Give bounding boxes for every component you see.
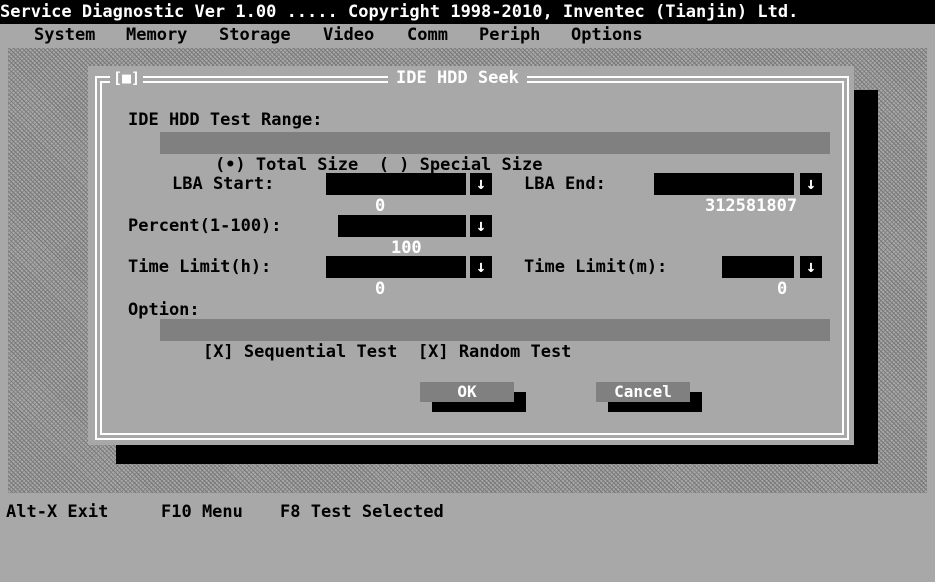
ide-hdd-seek-dialog: [■] IDE HDD Seek IDE HDD Test Range: (•)… [88, 66, 854, 445]
ok-button[interactable]: OK [420, 382, 514, 402]
status-bar: Alt-X Exit F10 Menu F8 Test Selected [0, 502, 935, 522]
menu-bar: System Memory Storage Video Comm Periph … [0, 24, 935, 46]
percent-down-arrow-icon[interactable]: ↓ [470, 215, 492, 237]
time-limit-m-field[interactable]: 0 [722, 256, 794, 299]
range-options[interactable]: (•) Total Size ( ) Special Size [201, 155, 543, 175]
menu-storage[interactable]: Storage [219, 24, 291, 46]
cancel-button[interactable]: Cancel [596, 382, 690, 402]
menu-system[interactable]: System [34, 24, 95, 46]
lba-start-value: 0 [374, 196, 386, 216]
menu-periph[interactable]: Periph [479, 24, 540, 46]
close-box-button[interactable]: [■] [110, 68, 144, 88]
status-exit[interactable]: Alt-X Exit [6, 502, 108, 522]
range-radio-group[interactable]: (•) Total Size ( ) Special Size [160, 132, 830, 175]
lba-start-label: LBA Start: [172, 174, 275, 194]
time-limit-h-field[interactable]: 0 [326, 256, 466, 299]
lba-start-field[interactable]: 0 [326, 173, 466, 216]
option-label: Option: [128, 300, 200, 320]
range-label: IDE HDD Test Range: [128, 110, 323, 130]
lba-end-field[interactable]: 312581807 [654, 173, 797, 216]
time-limit-m-down-arrow-icon[interactable]: ↓ [800, 256, 822, 278]
lba-end-down-arrow-icon[interactable]: ↓ [800, 173, 822, 195]
time-limit-h-down-arrow-icon[interactable]: ↓ [470, 256, 492, 278]
menu-options[interactable]: Options [571, 24, 643, 46]
title-bar: Service Diagnostic Ver 1.00 ..... Copyri… [0, 0, 935, 24]
time-limit-h-value: 0 [374, 279, 386, 299]
percent-value: 100 [390, 238, 422, 258]
time-limit-h-label: Time Limit(h): [128, 257, 272, 277]
dialog-shadow-right [854, 90, 878, 464]
percent-label: Percent(1-100): [128, 216, 282, 236]
status-test-selected[interactable]: F8 Test Selected [280, 502, 444, 522]
status-menu[interactable]: F10 Menu [161, 502, 243, 522]
option-checkboxes[interactable]: [X] Sequential Test [X] Random Test [201, 342, 571, 362]
dialog-title: IDE HDD Seek [388, 68, 527, 88]
lba-start-down-arrow-icon[interactable]: ↓ [470, 173, 492, 195]
menu-comm[interactable]: Comm [407, 24, 448, 46]
percent-field[interactable]: 100 [338, 215, 466, 258]
time-limit-m-value: 0 [776, 279, 788, 299]
lba-end-label: LBA End: [524, 174, 606, 194]
menu-memory[interactable]: Memory [126, 24, 187, 46]
menu-video[interactable]: Video [323, 24, 374, 46]
dialog-shadow-bottom [116, 445, 878, 464]
option-checkbox-group[interactable]: [X] Sequential Test [X] Random Test [160, 319, 830, 362]
lba-end-value: 312581807 [704, 196, 798, 216]
time-limit-m-label: Time Limit(m): [524, 257, 668, 277]
